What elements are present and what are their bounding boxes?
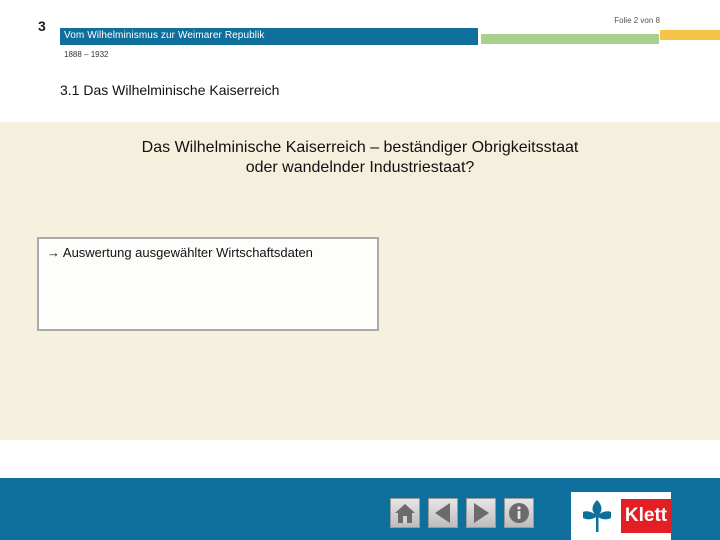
- chapter-number: 3: [38, 18, 46, 34]
- footer-bar: Klett: [0, 478, 720, 540]
- slide-counter: Folie 2 von 8: [614, 16, 660, 25]
- main-question-line-2: oder wandelnder Industriestaat?: [245, 159, 475, 176]
- task-link-text[interactable]: → Auswertung ausgewählter Wirtschaftsdat…: [47, 245, 313, 260]
- info-icon: [509, 503, 529, 523]
- arrow-right-icon: [474, 503, 489, 523]
- info-button[interactable]: [504, 498, 534, 528]
- content-area: Das Wilhelminische Kaiserreich – beständ…: [0, 122, 720, 440]
- klett-clover-icon: [583, 500, 611, 532]
- main-question-line-1: Das Wilhelminische Kaiserreich – beständ…: [141, 139, 579, 156]
- previous-button[interactable]: [428, 498, 458, 528]
- green-accent-bar: [481, 34, 659, 44]
- header-bar: Vom Wilhelminismus zur Weimarer Republik: [60, 28, 478, 45]
- task-link-box[interactable]: → Auswertung ausgewählter Wirtschaftsdat…: [37, 237, 379, 331]
- arrow-left-icon: [435, 503, 450, 523]
- main-question: Das Wilhelminische Kaiserreich – beständ…: [0, 138, 720, 178]
- klett-logo: Klett: [571, 492, 671, 540]
- home-icon: [395, 504, 415, 523]
- section-heading: 3.1 Das Wilhelminische Kaiserreich: [60, 82, 280, 98]
- date-range: 1888 – 1932: [64, 50, 109, 59]
- next-button[interactable]: [466, 498, 496, 528]
- yellow-accent-bar: [660, 30, 720, 40]
- klett-logo-text: Klett: [621, 499, 671, 533]
- home-button[interactable]: [390, 498, 420, 528]
- header-title: Vom Wilhelminismus zur Weimarer Republik: [64, 30, 265, 41]
